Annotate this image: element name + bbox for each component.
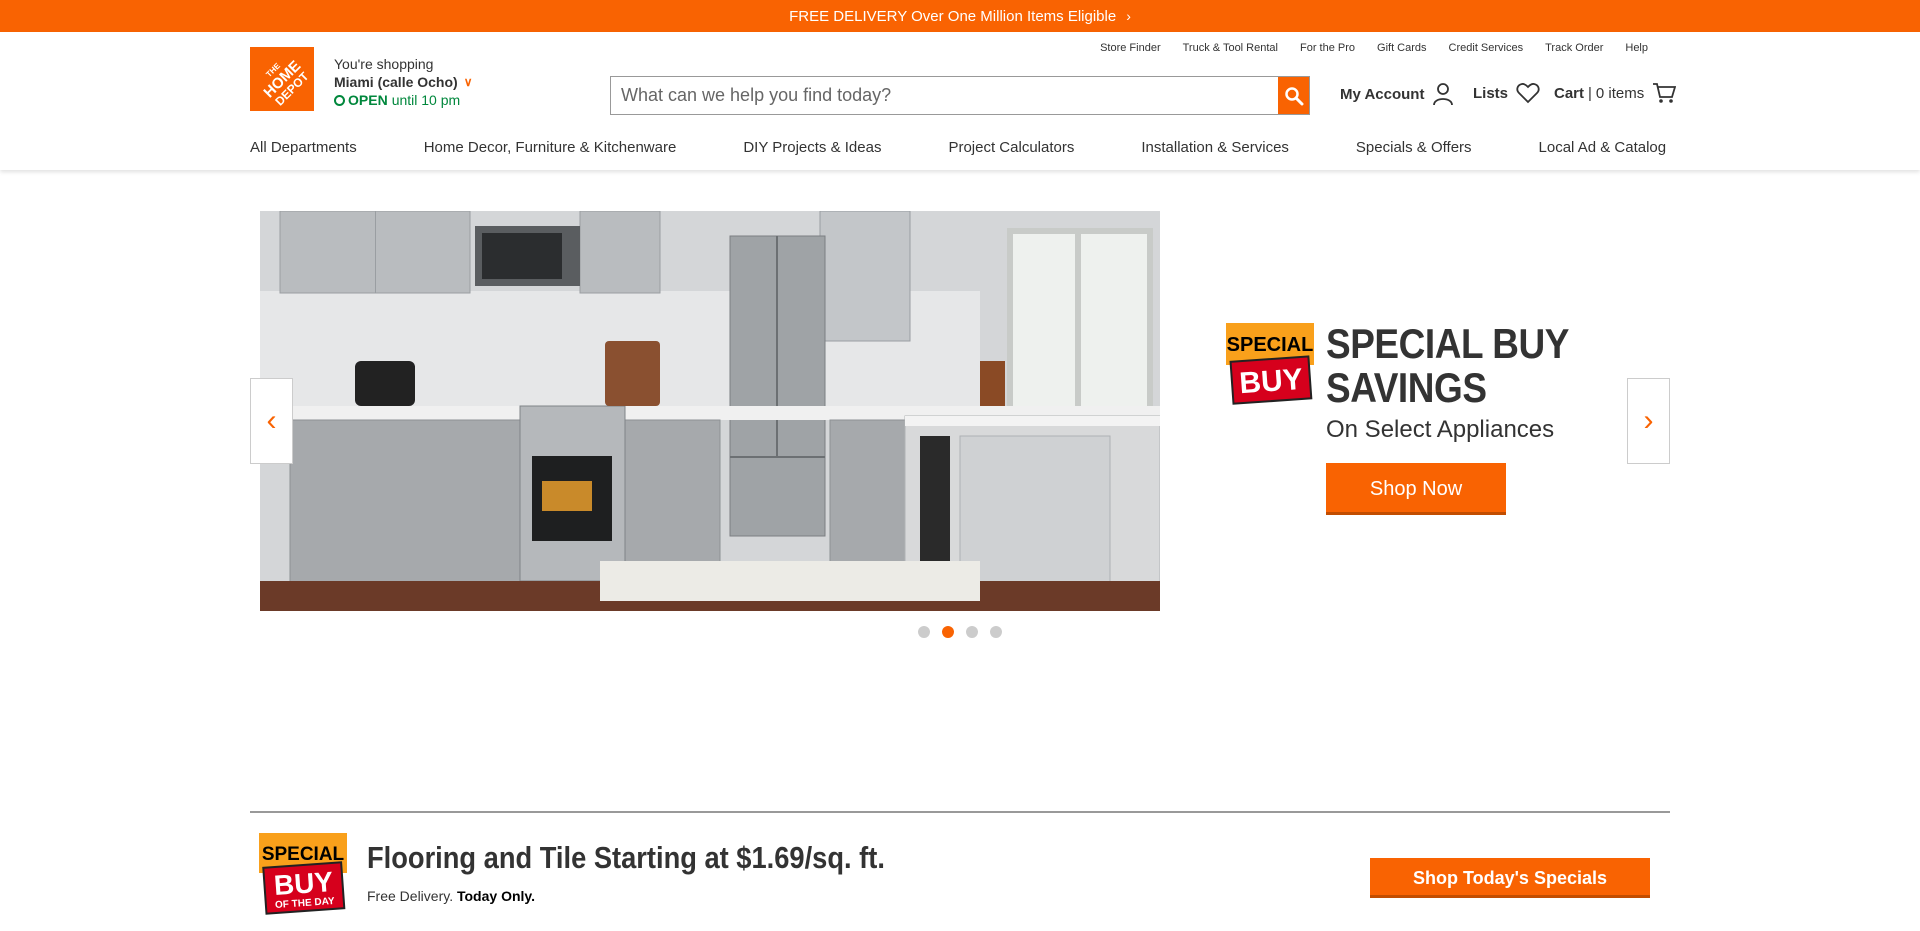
util-gift-cards[interactable]: Gift Cards	[1377, 42, 1427, 54]
shop-now-button[interactable]: Shop Now	[1326, 463, 1506, 515]
promo-subtitle: On Select Appliances	[1326, 416, 1555, 443]
kitchen-illustration	[260, 211, 1160, 611]
home-depot-logo[interactable]: THE HOME DEPOT	[250, 47, 314, 111]
nav-project-calculators[interactable]: Project Calculators	[948, 139, 1074, 156]
chevron-right-icon: ›	[1643, 404, 1654, 437]
special-buy-badge: SPECIAL BUY	[1226, 323, 1318, 410]
carousel-dots	[918, 626, 1002, 638]
nav-installation-services[interactable]: Installation & Services	[1141, 139, 1289, 156]
chevron-left-icon: ‹	[266, 404, 277, 437]
util-help[interactable]: Help	[1625, 42, 1648, 54]
util-store-finder[interactable]: Store Finder	[1100, 42, 1161, 54]
chevron-down-icon: ∨	[463, 75, 473, 89]
search-bar	[610, 76, 1310, 115]
daily-deal-subtitle: Free Delivery. Today Only.	[367, 888, 535, 904]
nav-local-ad-catalog[interactable]: Local Ad & Catalog	[1539, 139, 1667, 156]
main-nav: All Departments Home Decor, Furniture & …	[250, 139, 1733, 156]
daily-deal-title: Flooring and Tile Starting at $1.69/sq. …	[367, 840, 885, 875]
account-label: My Account	[1340, 85, 1425, 103]
chevron-right-icon: ›	[1126, 8, 1131, 24]
nav-all-departments[interactable]: All Departments	[250, 139, 357, 156]
nav-specials-offers[interactable]: Specials & Offers	[1356, 139, 1472, 156]
util-credit-services[interactable]: Credit Services	[1449, 42, 1524, 54]
status-dot-icon	[334, 94, 345, 106]
lists-label: Lists	[1473, 84, 1509, 102]
search-icon	[1284, 86, 1303, 105]
daily-sub-plain: Free Delivery.	[367, 888, 454, 904]
sbod-logo: SPECIAL BUY OF THE DAY	[259, 833, 347, 915]
special-buy-of-the-day-badge: SPECIAL BUY OF THE DAY	[259, 833, 349, 920]
nav-home-decor[interactable]: Home Decor, Furniture & Kitchenware	[424, 139, 677, 156]
cart-label: Cart	[1554, 84, 1585, 102]
nav-diy-projects[interactable]: DIY Projects & Ideas	[743, 139, 881, 156]
carousel-next-button[interactable]: ›	[1627, 378, 1670, 464]
banner-text: FREE DELIVERY Over One Million Items Eli…	[789, 7, 1117, 25]
logo-icon: THE HOME DEPOT	[250, 47, 314, 111]
carousel-dot-1[interactable]	[918, 626, 930, 638]
carousel-dot-3[interactable]	[966, 626, 978, 638]
util-for-the-pro[interactable]: For the Pro	[1300, 42, 1355, 54]
cart-button[interactable]: Cart | 0 items	[1554, 82, 1677, 104]
special-buy-logo: SPECIAL BUY	[1226, 323, 1314, 405]
site-header: THE HOME DEPOT You're shopping Miami (ca…	[0, 32, 1920, 170]
store-hours: until 10 pm	[391, 92, 461, 108]
daily-sub-bold: Today Only.	[456, 888, 536, 904]
hero-kitchen-image[interactable]	[260, 211, 1160, 611]
free-delivery-banner[interactable]: FREE DELIVERY Over One Million Items Eli…	[0, 0, 1920, 32]
cart-icon	[1653, 83, 1677, 103]
store-name: Miami (calle Ocho)	[334, 74, 458, 90]
section-divider	[250, 811, 1670, 813]
store-selector[interactable]: You're shopping Miami (calle Ocho) ∨ OPEN…	[334, 55, 473, 109]
search-button[interactable]	[1278, 77, 1309, 114]
cart-count: 0 items	[1595, 84, 1645, 102]
promo-title-line2: SAVINGS	[1326, 364, 1487, 411]
search-input[interactable]	[611, 77, 1278, 114]
promo-title: SPECIAL BUY SAVINGS	[1326, 322, 1569, 410]
badge-top-text: SPECIAL	[1227, 334, 1314, 356]
cart-separator: |	[1588, 84, 1592, 102]
badge-bottom-text: BUY	[1238, 363, 1303, 400]
carousel-prev-button[interactable]: ‹	[250, 378, 293, 464]
shop-todays-specials-button[interactable]: Shop Today's Specials	[1370, 858, 1650, 898]
util-truck-tool-rental[interactable]: Truck & Tool Rental	[1183, 42, 1278, 54]
store-status: OPEN	[348, 92, 388, 108]
promo-title-line1: SPECIAL BUY	[1326, 320, 1569, 367]
user-icon	[1433, 83, 1454, 106]
lists-button[interactable]: Lists	[1473, 82, 1540, 104]
my-account-button[interactable]: My Account	[1340, 82, 1454, 106]
heart-icon	[1516, 83, 1540, 104]
util-track-order[interactable]: Track Order	[1545, 42, 1603, 54]
carousel-dot-2[interactable]	[942, 626, 954, 638]
store-prefix: You're shopping	[334, 56, 434, 72]
utility-links: Store Finder Truck & Tool Rental For the…	[1100, 42, 1648, 54]
carousel-dot-4[interactable]	[990, 626, 1002, 638]
sbod-top-text: SPECIAL	[262, 844, 345, 865]
